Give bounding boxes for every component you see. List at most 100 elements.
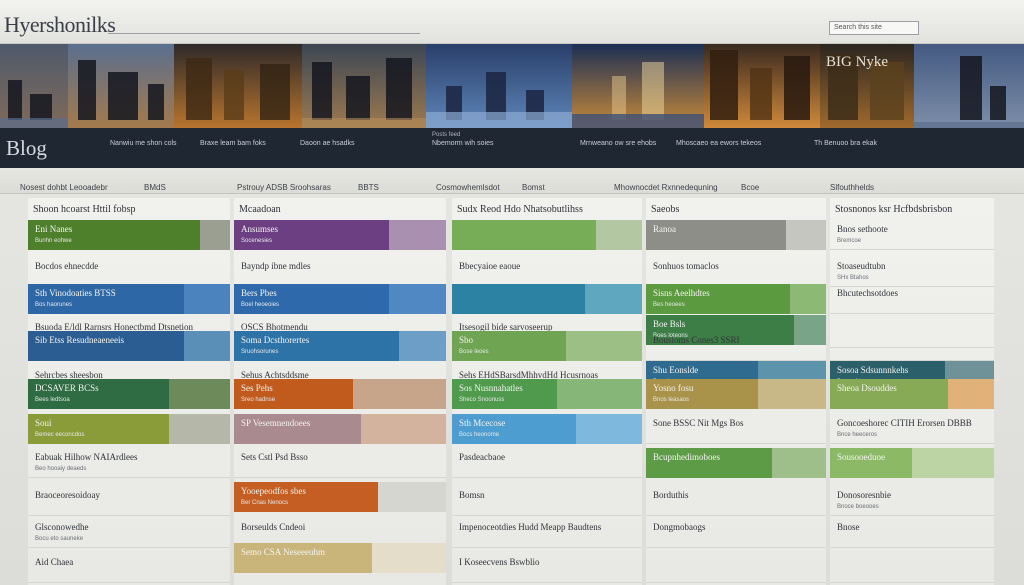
list-item[interactable]: Bayndp ibne mdles [234,257,446,287]
hero-caption[interactable]: Mrnweano ow sre ehobs [580,140,656,147]
item-subtitle: Bnos leasaos [653,397,690,403]
list-item[interactable]: Sth Mcecose Bocs heonome [452,414,642,444]
list-item[interactable]: Braoceoresoidoay [28,486,230,516]
item-bar-rest [585,284,642,314]
category-link[interactable]: Mhownocdet Rxnnedequning [614,183,718,192]
list-item[interactable]: Bhcutechsotdoes [830,284,994,314]
list-item[interactable]: Aid Chaea [28,553,230,583]
list-item[interactable]: Impenoceotdies Hudd Meapp Baudtens [452,518,642,548]
list-item[interactable]: DCSAVER BCSs Bees ledtsoa [28,379,230,409]
list-item[interactable]: Sbo Bose leoes [452,331,642,361]
item-label: SP Vesemnendoees [241,418,311,428]
list-item[interactable]: I Koseecvens Bswblio [452,553,642,583]
category-link[interactable]: BMdS [144,183,166,192]
item-subtitle: Bees ledtsoa [35,397,70,403]
list-item[interactable]: Ranoa [646,220,826,250]
list-item[interactable]: Bnose [830,518,994,548]
list-item[interactable]: Sets Cstl Psd Bsso [234,448,446,478]
category-link[interactable]: Cosmowhemlsdot [436,183,500,192]
list-item[interactable]: Sib Etss Resudneaeneeis [28,331,230,361]
item-label: Ansumses [241,224,279,234]
category-link[interactable]: BBTS [358,183,379,192]
item-label: Bhcutechsotdoes [837,288,898,298]
category-link[interactable]: Pstrouy ADSB Sroohsaras [237,183,331,192]
list-item[interactable]: Yosno fosu Bnos leasaos [646,379,826,409]
item-subtitle: Bemec eeconcdos [35,432,85,438]
list-item[interactable]: Sone BSSC Nit Mgs Bos [646,414,826,444]
list-item[interactable]: Dongmobaogs [646,518,826,548]
list-item[interactable] [830,553,994,583]
list-item[interactable]: Donosoresnbie Bnoce boeooes [830,486,994,516]
hero-caption[interactable]: Braxe leam bam foks [200,140,266,147]
list-item[interactable]: Bers Pbes Boel heoeoies [234,284,446,314]
item-label: Pasdeacbaoe [459,452,505,462]
list-item[interactable]: Stoaseudtubn SHx Btahos [830,257,994,287]
column-title[interactable]: Saeobs [651,204,679,215]
list-item[interactable]: Sisns Aeelhdtes Bes heoees [646,284,826,314]
list-item[interactable]: Sos Nusnnahatles Sheco Snoonuss [452,379,642,409]
list-item[interactable] [646,553,826,583]
city-photo[interactable] [302,44,426,128]
search-input[interactable]: Search this site [829,21,919,35]
column-title[interactable]: Mcaadoan [239,204,281,215]
item-bar-rest [361,414,446,444]
list-item[interactable]: Sousooeduoe [830,448,994,478]
item-bar-rest [184,284,230,314]
column-title[interactable]: Shoon hcoarst Httil fobsp [33,204,136,215]
list-item[interactable]: Eabuak Hilhow NAIArdlees Beo hooaiy deaed… [28,448,230,478]
item-label: DCSAVER BCSs [35,383,99,393]
category-link[interactable]: Nosest dohbt Leooadebr [20,183,108,192]
category-link[interactable]: Slfouthhelds [830,183,874,192]
item-label: Goncoeshorec CITIH Erorsen DBBB [837,418,972,428]
list-item[interactable]: Bcupnhedimoboes [646,448,826,478]
list-item[interactable]: Bomsn [452,486,642,516]
hero-caption[interactable]: Th Benuoo bra ekak [814,140,877,147]
list-item[interactable]: Pasdeacbaoe [452,448,642,478]
list-item[interactable]: SP Vesemnendoees [234,414,446,444]
item-subtitle: Boel heoeoies [241,302,280,308]
list-item[interactable] [830,331,994,361]
city-photo[interactable] [914,44,1024,128]
city-photo[interactable] [174,44,302,128]
item-label: Borduthis [653,490,689,500]
city-photo[interactable] [426,44,572,128]
list-item[interactable]: Ansumses Socenesies [234,220,446,250]
list-item[interactable]: Goncoeshorec CITIH Erorsen DBBB Bnce heec… [830,414,994,444]
list-item[interactable]: Yooepeodfos sbes Ber Cnas Nenocs [234,482,446,512]
item-subtitle: Sheco Snoonuss [459,397,505,403]
list-item[interactable] [452,284,642,314]
column-title[interactable]: Sudx Reod Hdo Nhatsobutlihss [457,204,583,215]
hero-caption[interactable]: Mhoscaeo ea ewors tekeos [676,140,761,147]
hero-banner: BIG Nyke Blog Posts feed Nanwiu me shon … [0,44,1024,168]
list-item[interactable]: Bnos sethoote Bremcoe [830,220,994,250]
item-bar-rest [389,220,446,250]
list-item[interactable]: Sheoa Dsouddes [830,379,994,409]
category-link[interactable]: Bomst [522,183,545,192]
list-item[interactable]: Soui Bemec eeconcdos [28,414,230,444]
list-item[interactable] [452,220,642,250]
list-item[interactable]: Bousioms Cones3 SSRI [646,331,826,361]
list-item[interactable]: Bocdos ehnecdde [28,257,230,287]
city-photo[interactable] [0,44,68,128]
hero-caption[interactable]: Nanwiu me shon cols [110,140,177,147]
list-item[interactable]: Soma Dcsthorertes Sruohsorunes [234,331,446,361]
list-item[interactable]: Bbecyaioe eaoue [452,257,642,287]
hero-caption[interactable]: Daoon ae hsadks [300,140,354,147]
city-photo[interactable] [704,44,820,128]
list-item[interactable]: Borduthis [646,486,826,516]
item-bar-rest [200,220,230,250]
list-item[interactable]: Eni Nanes Bunhn eohwe [28,220,230,250]
list-item[interactable]: Ses Pehs Sreo hadnse [234,379,446,409]
city-photo[interactable] [572,44,704,128]
list-item[interactable]: Sth Vinodoaties BTSS Bos haorunes [28,284,230,314]
list-item[interactable]: Glsconowedhe Bocu eto sauneke [28,518,230,548]
hero-caption[interactable]: Nbemorm wih soies [432,140,493,147]
category-link[interactable]: Bcoe [741,183,759,192]
column-title[interactable]: Stosnonos ksr Hcfbdsbrisbon [835,204,952,215]
city-photo[interactable] [68,44,174,128]
item-label: Glsconowedhe [35,522,89,532]
list-item[interactable]: Sonhuos tomaclos [646,257,826,287]
site-logo[interactable]: Hyershonilks [4,12,116,38]
list-item[interactable]: Semo CSA Neseeeuhm [234,543,446,573]
item-label: Ranoa [653,224,676,234]
